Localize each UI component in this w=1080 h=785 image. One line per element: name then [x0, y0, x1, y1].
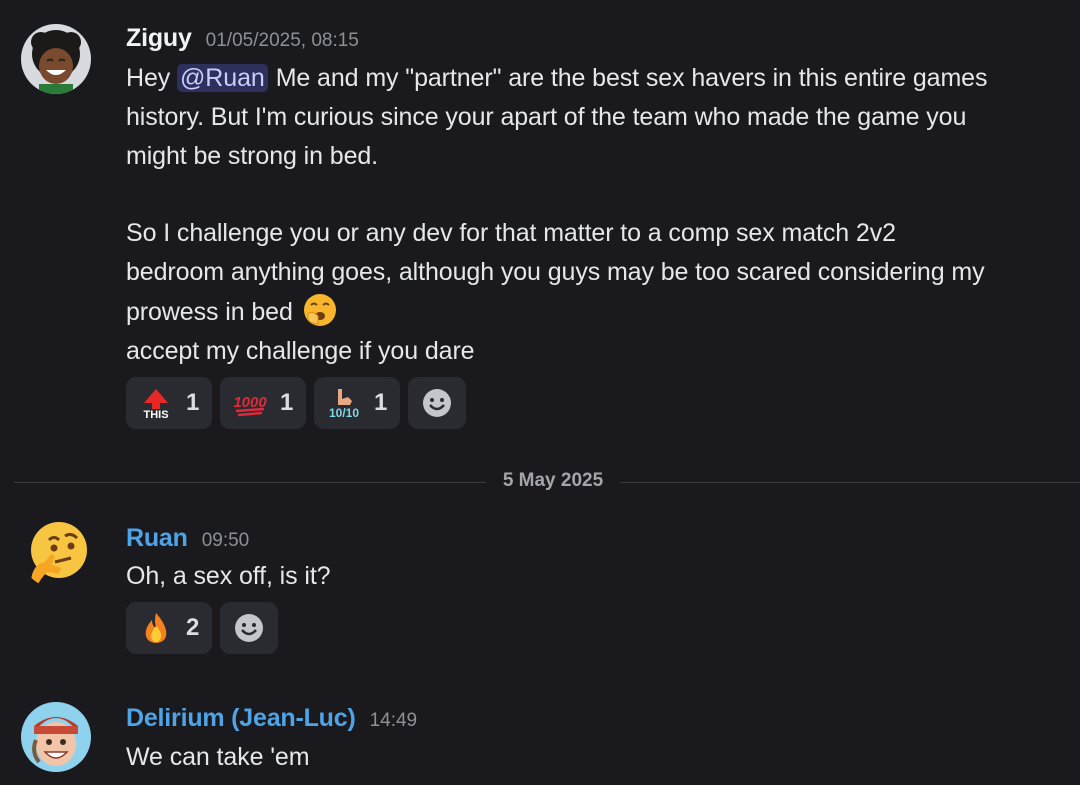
message-ruan: Ruan 09:50 Oh, a sex off, is it? 2: [0, 500, 1080, 670]
message-timestamp: 14:49: [369, 710, 418, 731]
message-text: accept my challenge if you dare: [126, 336, 475, 365]
reaction-count: 2: [186, 614, 200, 641]
reaction-hundred[interactable]: 1000 1: [220, 377, 306, 429]
user-mention[interactable]: @Ruan: [177, 64, 268, 92]
avatar[interactable]: [21, 518, 91, 588]
author-name[interactable]: Ruan: [126, 524, 188, 553]
yawning-face-emoji-icon: [303, 293, 336, 326]
message-timestamp: 01/05/2025, 08:15: [205, 30, 359, 51]
message-text: We can take 'em: [126, 743, 310, 771]
message-content: We can take 'em: [126, 738, 1066, 777]
message-timestamp: 09:50: [201, 530, 250, 551]
message-text: history. But I'm curious since your apar…: [126, 102, 967, 131]
fire-emoji-icon: [145, 613, 167, 643]
reaction-bar: THIS 1 1000 1 10/10 1: [126, 377, 466, 429]
message-text: might be strong in bed.: [126, 141, 379, 170]
message-delirium: Delirium (Jean-Luc) 14:49 We can take 'e…: [0, 680, 1080, 785]
message-text: Oh, a sex off, is it?: [126, 562, 331, 590]
message-content: Hey @Ruan Me and my "partner" are the bes…: [126, 59, 1066, 370]
add-reaction-button[interactable]: [220, 602, 278, 654]
reaction-count: 1: [186, 389, 200, 416]
this-up-arrow-emoji-icon: THIS: [143, 389, 169, 421]
reaction-count: 1: [280, 389, 294, 416]
reaction-count: 1: [374, 389, 388, 416]
svg-text:10/10: 10/10: [329, 406, 359, 420]
reaction-bar: 2: [126, 602, 278, 654]
date-divider-label: 5 May 2025: [486, 470, 620, 492]
thinking-face-emoji-avatar-icon: [21, 518, 91, 588]
author-name[interactable]: Delirium (Jean-Luc): [126, 704, 356, 733]
add-reaction-button[interactable]: [408, 377, 466, 429]
message-text: prowess in bed: [126, 297, 293, 326]
smiley-icon: [423, 389, 451, 417]
message-ziguy: Ziguy 01/05/2025, 08:15 Hey @Ruan Me and …: [0, 0, 1080, 440]
smiley-icon: [235, 614, 263, 642]
ten-out-of-ten-hand-emoji-icon: 10/10: [329, 389, 359, 420]
message-text: bedroom anything goes, although you guys…: [126, 257, 985, 286]
message-text: So I challenge you or any dev for that m…: [126, 219, 896, 248]
message-text: Hey: [126, 64, 171, 92]
avatar[interactable]: [21, 24, 91, 94]
author-name[interactable]: Ziguy: [126, 24, 192, 53]
message-text: Me and my "partner" are the best sex hav…: [275, 64, 988, 92]
cartoon-man-with-cap-avatar-icon: [21, 702, 91, 772]
message-content: Oh, a sex off, is it?: [126, 557, 1066, 596]
dark-haired-smiling-avatar-icon: [21, 24, 91, 94]
svg-text:THIS: THIS: [143, 409, 168, 421]
reaction-ten-out-of-ten[interactable]: 10/10 1: [314, 377, 400, 429]
hundred-points-emoji-icon: 1000: [233, 394, 267, 417]
reaction-this[interactable]: THIS 1: [126, 377, 212, 429]
reaction-fire[interactable]: 2: [126, 602, 212, 654]
avatar[interactable]: [21, 702, 91, 772]
